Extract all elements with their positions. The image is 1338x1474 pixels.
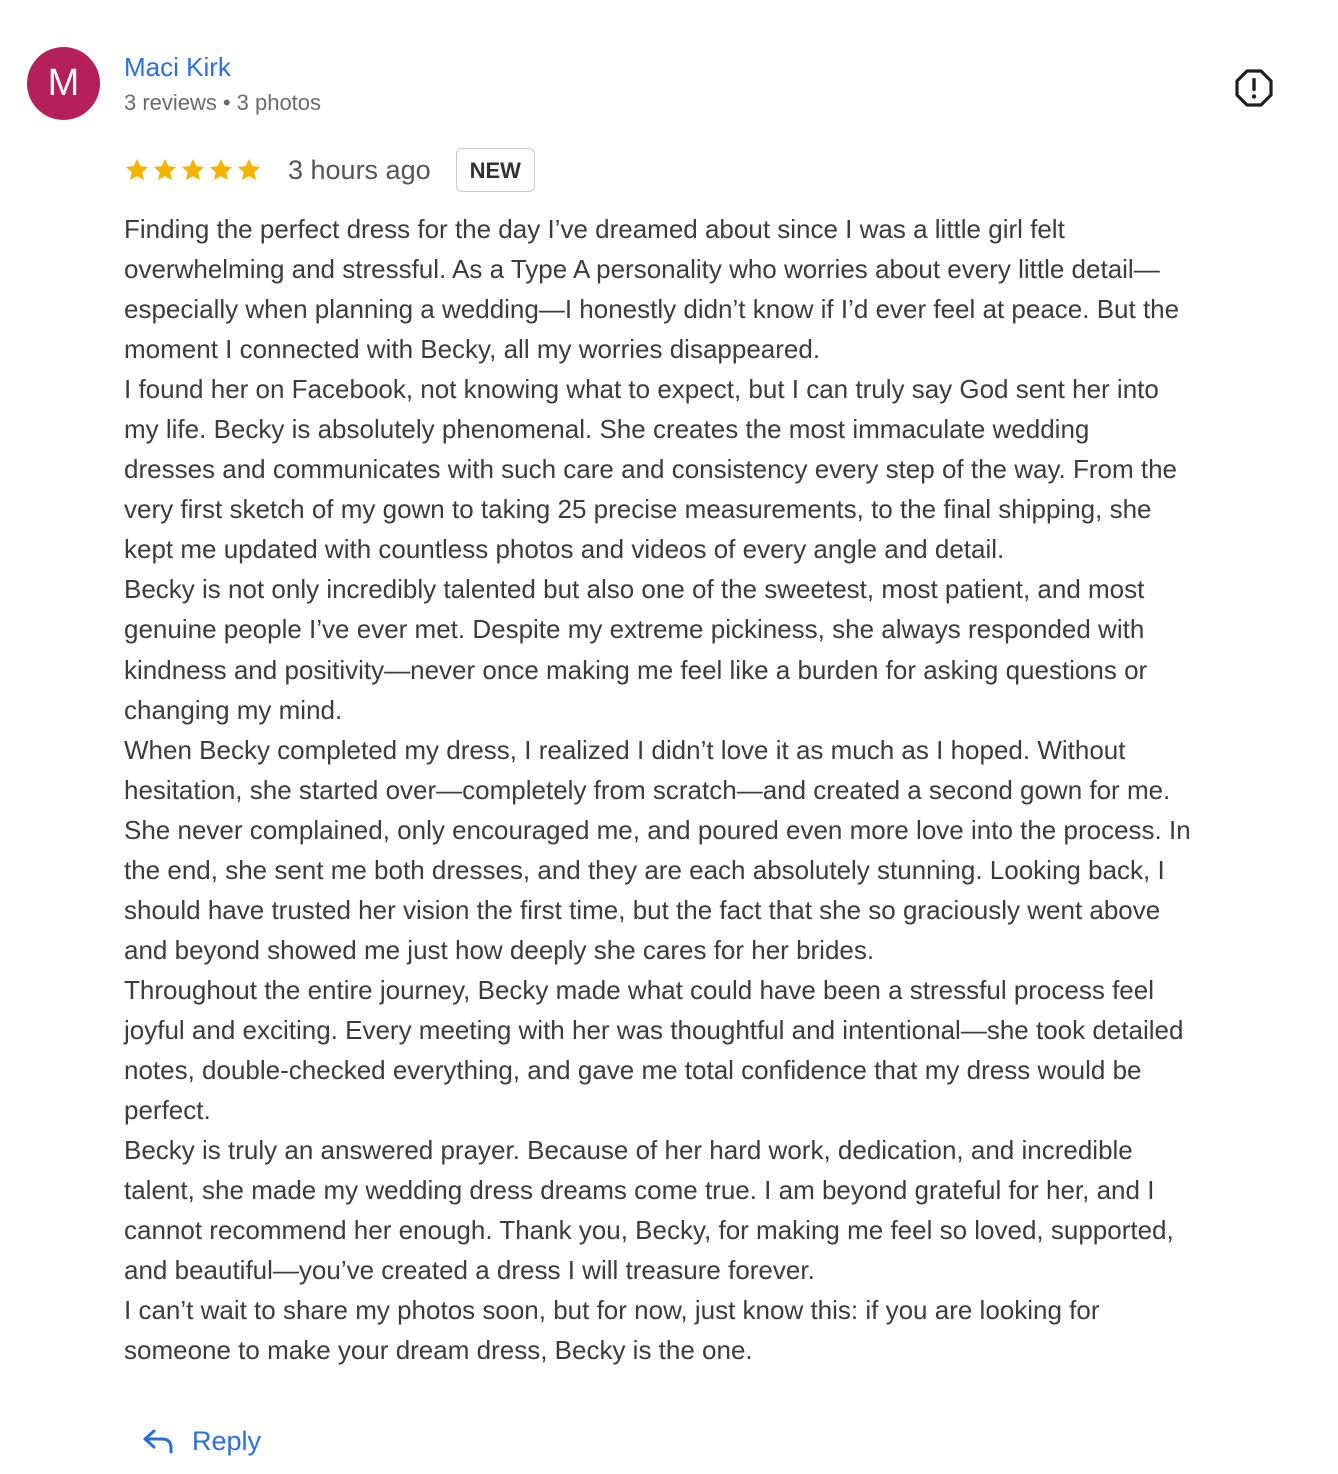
review-text-line: Becky is truly an answered prayer. Becau… — [124, 1135, 1133, 1166]
star-icon — [209, 158, 233, 180]
review-text-line: kept me updated with countless photos an… — [124, 534, 1005, 565]
review-text-line: kindness and positivity—never once makin… — [124, 654, 1148, 685]
report-flag-icon — [1235, 69, 1273, 107]
review-text-line: talent, she made my wedding dress dreams… — [124, 1175, 1155, 1206]
review-text-line: someone to make your dream dress, Becky … — [124, 1335, 753, 1366]
review-text-line: I found her on Facebook, not knowing wha… — [124, 374, 1159, 405]
star-icon — [237, 158, 261, 180]
review-text-line: moment I connected with Becky, all my wo… — [124, 334, 821, 365]
review-text: Finding the perfect dress for the day I’… — [124, 209, 1304, 1370]
review-timestamp: 3 hours ago — [288, 154, 431, 185]
review-text-line: my life. Becky is absolutely phenomenal.… — [124, 414, 1090, 445]
star-icon — [125, 158, 149, 180]
star-icon — [181, 158, 205, 180]
review-text-line: Becky is not only incredibly talented bu… — [124, 574, 1145, 605]
new-badge: NEW — [455, 148, 535, 192]
review-text-line: Throughout the entire journey, Becky mad… — [124, 974, 1154, 1005]
star-rating — [124, 157, 262, 183]
review-text-line: hesitation, she started over—completely … — [124, 774, 1171, 805]
review-text-line: especially when planning a wedding—I hon… — [124, 294, 1180, 325]
review-text-line: notes, double-checked everything, and ga… — [124, 1054, 1142, 1085]
review-text-line: perfect. — [124, 1095, 211, 1126]
review-text-line: should have trusted her vision the first… — [124, 894, 1161, 925]
review-text-line: I can’t wait to share my photos soon, bu… — [124, 1295, 1100, 1326]
reply-button[interactable]: Reply — [142, 1418, 261, 1464]
reviewer-name-link[interactable]: Maci Kirk — [124, 52, 231, 83]
photos-count: 3 photos — [236, 90, 322, 115]
report-review-button[interactable] — [1234, 68, 1274, 108]
meta-separator: • — [222, 90, 231, 115]
review-text-line: cannot recommend her enough. Thank you, … — [124, 1215, 1174, 1246]
review-text-line: dresses and communicates with such care … — [124, 454, 1177, 485]
review-card: M Maci Kirk 3 reviews • 3 photos 3 hours a… — [0, 0, 1338, 1474]
reviewer-meta: 3 reviews • 3 photos — [124, 90, 321, 116]
review-text-line: When Becky completed my dress, I realize… — [124, 734, 1126, 765]
rating-row: 3 hours ago NEW — [124, 147, 535, 193]
review-text-line: joyful and exciting. Every meeting with … — [124, 1014, 1184, 1045]
review-text-line: the end, she sent me both dresses, and t… — [124, 854, 1165, 885]
star-icon — [153, 158, 177, 180]
avatar[interactable]: M — [27, 47, 100, 120]
review-text-line: overwhelming and stressful. As a Type A … — [124, 254, 1160, 285]
review-text-line: Finding the perfect dress for the day I’… — [124, 214, 1065, 244]
review-text-line: very first sketch of my gown to taking 2… — [124, 494, 1152, 525]
review-text-line: changing my mind. — [124, 694, 343, 725]
review-text-line: genuine people I’ve ever met. Despite my… — [124, 614, 1145, 645]
reply-label: Reply — [192, 1425, 262, 1456]
review-text-line: and beyond showed me just how deeply she… — [124, 934, 875, 965]
reviews-count: 3 reviews — [124, 90, 217, 115]
review-text-line: and beautiful—you’ve created a dress I w… — [124, 1255, 815, 1286]
reply-arrow-icon — [143, 1429, 173, 1454]
review-text-line: She never complained, only encouraged me… — [124, 814, 1191, 845]
